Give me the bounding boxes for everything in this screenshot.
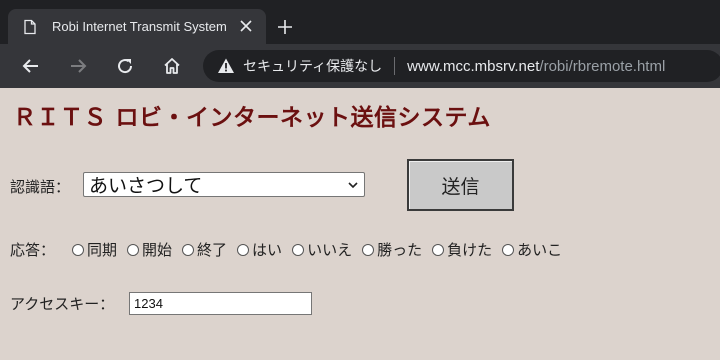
close-icon[interactable] <box>238 18 254 34</box>
chevron-down-icon <box>348 180 358 190</box>
radio-button[interactable] <box>432 243 445 256</box>
recognition-select[interactable]: あいさつして <box>83 172 365 197</box>
radio-button[interactable] <box>362 243 375 256</box>
radio-option-end[interactable]: 終了 <box>182 239 227 260</box>
security-status[interactable]: セキュリティ保護なし <box>243 56 382 76</box>
response-label: 応答： <box>10 241 56 259</box>
page-title: ＲＩＴＳ ロビ・インターネット送信システム <box>13 105 491 131</box>
radio-button[interactable] <box>292 243 305 256</box>
radio-label: 負けた <box>447 241 493 259</box>
url-path: /robi/rbremote.html <box>539 57 666 75</box>
radio-label: はい <box>252 241 283 259</box>
plus-icon[interactable] <box>274 16 296 38</box>
radio-label: 同期 <box>87 241 118 259</box>
radio-button[interactable] <box>237 243 250 256</box>
radio-option-lost[interactable]: 負けた <box>432 239 492 260</box>
access-key-input[interactable] <box>129 292 312 315</box>
forward-arrow-icon[interactable] <box>65 53 91 79</box>
radio-option-sync[interactable]: 同期 <box>72 239 117 260</box>
radio-option-yes[interactable]: はい <box>237 239 282 260</box>
warning-icon[interactable] <box>217 57 235 75</box>
tab-title: Robi Internet Transmit System <box>52 19 227 34</box>
browser-tab-strip: Robi Internet Transmit System <box>0 0 720 44</box>
home-icon[interactable] <box>159 53 185 79</box>
radio-label: あいこ <box>517 241 563 259</box>
address-bar[interactable]: セキュリティ保護なし www.mcc.mbsrv.net/robi/rbremo… <box>203 50 720 82</box>
page-icon <box>22 19 38 35</box>
radio-label: いいえ <box>307 241 353 259</box>
browser-toolbar: セキュリティ保護なし www.mcc.mbsrv.net/robi/rbremo… <box>0 44 720 88</box>
radio-label: 開始 <box>142 241 173 259</box>
radio-option-no[interactable]: いいえ <box>292 239 352 260</box>
radio-button[interactable] <box>72 243 84 256</box>
radio-label: 終了 <box>197 241 228 259</box>
reload-icon[interactable] <box>112 53 138 79</box>
radio-option-draw[interactable]: あいこ <box>502 239 562 260</box>
access-key-label: アクセスキー： <box>10 295 115 313</box>
recognition-selected-value: あいさつして <box>89 175 203 197</box>
radio-button[interactable] <box>182 243 195 256</box>
browser-tab[interactable]: Robi Internet Transmit System <box>8 9 266 44</box>
radio-option-won[interactable]: 勝った <box>362 239 422 260</box>
url-text[interactable]: www.mcc.mbsrv.net/robi/rbremote.html <box>407 58 665 75</box>
page-content: ＲＩＴＳ ロビ・インターネット送信システム 認識語： あいさつして 送信 応答：… <box>0 88 720 360</box>
omnibox-divider <box>394 57 396 75</box>
radio-button[interactable] <box>127 243 140 256</box>
radio-option-start[interactable]: 開始 <box>127 239 172 260</box>
url-host: www.mcc.mbsrv.net <box>407 57 540 75</box>
send-button[interactable]: 送信 <box>407 159 514 211</box>
radio-label: 勝った <box>377 241 423 259</box>
radio-button[interactable] <box>502 243 515 256</box>
response-radio-group: 同期 開始 終了 はい いいえ 勝った 負けた あいこ <box>72 239 572 260</box>
back-arrow-icon[interactable] <box>18 53 44 79</box>
recognition-label: 認識語： <box>10 178 71 196</box>
